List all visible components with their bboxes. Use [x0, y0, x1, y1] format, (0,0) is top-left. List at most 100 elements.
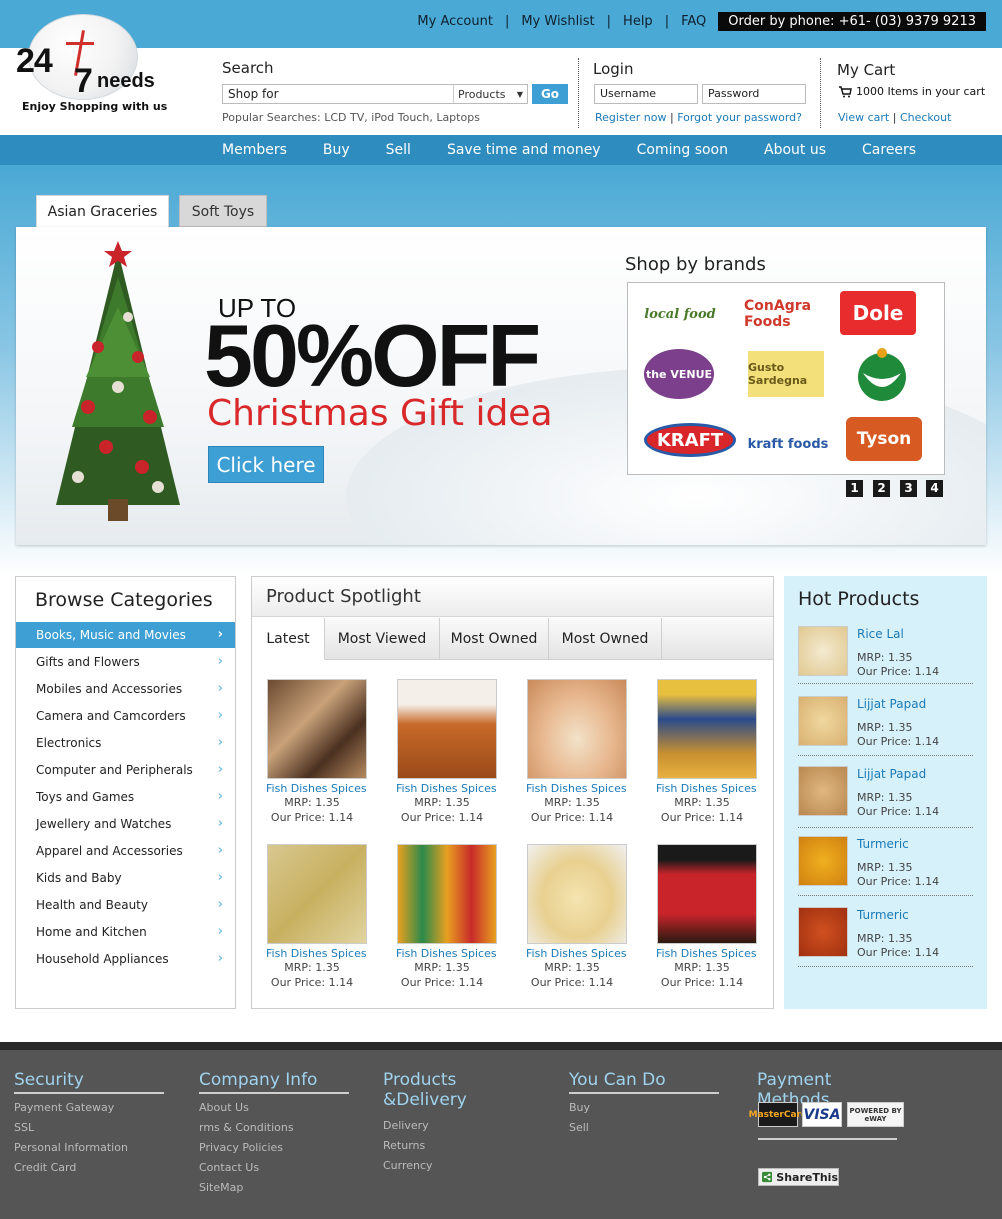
nav-save-time[interactable]: Save time and money: [447, 142, 601, 158]
product-card[interactable]: Fish Dishes Spices MRP: 1.35 Our Price: …: [382, 844, 502, 990]
click-here-button[interactable]: Click here: [208, 446, 324, 483]
cart-label: My Cart: [837, 61, 896, 79]
view-cart-link[interactable]: View cart: [838, 111, 889, 124]
product-card[interactable]: Fish Dishes Spices MRP: 1.35 Our Price: …: [642, 844, 762, 990]
order-phone: Order by phone: +61- (03) 9379 9213: [718, 12, 986, 31]
footer-link[interactable]: Buy: [569, 1101, 719, 1114]
search-category-select[interactable]: Products ▼: [453, 85, 527, 103]
faq-link[interactable]: FAQ: [669, 14, 706, 29]
product-card[interactable]: Fish Dishes Spices MRP: 1.35 Our Price: …: [512, 679, 632, 825]
help-link[interactable]: Help: [611, 14, 665, 29]
search-category-value: Products: [458, 87, 506, 101]
category-item[interactable]: Jewellery and Watches ›: [16, 811, 235, 837]
footer-link[interactable]: About Us: [199, 1101, 349, 1114]
sharethis-button[interactable]: ShareThis: [758, 1168, 839, 1186]
footer-link[interactable]: Delivery: [383, 1119, 543, 1132]
nav-members[interactable]: Members: [222, 142, 287, 158]
password-field[interactable]: Password: [702, 84, 806, 104]
category-item[interactable]: Mobiles and Accessories ›: [16, 676, 235, 702]
tab-most-owned-2[interactable]: Most Owned: [549, 618, 662, 660]
category-item[interactable]: Electronics ›: [16, 730, 235, 756]
category-item[interactable]: Gifts and Flowers ›: [16, 649, 235, 675]
category-item[interactable]: Books, Music and Movies ›: [16, 622, 235, 648]
register-link[interactable]: Register now: [595, 111, 666, 124]
footer-company: Company Info About Us rms & Conditions P…: [199, 1070, 349, 1194]
category-item[interactable]: Health and Beauty ›: [16, 892, 235, 918]
footer-link[interactable]: Credit Card: [14, 1161, 164, 1174]
footer-link[interactable]: SiteMap: [199, 1181, 349, 1194]
footer-link[interactable]: Currency: [383, 1159, 543, 1172]
nav-sell[interactable]: Sell: [386, 142, 411, 158]
chevron-right-icon: ›: [217, 924, 223, 939]
chevron-right-icon: ›: [217, 870, 223, 885]
footer-link[interactable]: Sell: [569, 1121, 719, 1134]
cart-icon: [839, 85, 852, 97]
product-card[interactable]: Fish Dishes Spices MRP: 1.35 Our Price: …: [642, 679, 762, 825]
my-wishlist-link[interactable]: My Wishlist: [509, 14, 606, 29]
brand-page-3[interactable]: 3: [900, 480, 917, 497]
hot-product-item[interactable]: Turmeric MRP: 1.35 Our Price: 1.14: [798, 836, 973, 896]
footer-link[interactable]: Returns: [383, 1139, 543, 1152]
top-links: My Account | My Wishlist | Help | FAQ Order…: [405, 12, 986, 31]
nav-careers[interactable]: Careers: [862, 142, 916, 158]
product-image: [527, 679, 627, 779]
hot-product-item[interactable]: Turmeric MRP: 1.35 Our Price: 1.14: [798, 907, 973, 967]
footer-link[interactable]: Personal Information: [14, 1141, 164, 1154]
tab-asian-graceries[interactable]: Asian Graceries: [36, 195, 169, 227]
tab-most-owned[interactable]: Most Owned: [440, 618, 549, 660]
nav-buy[interactable]: Buy: [323, 142, 350, 158]
nav-coming-soon[interactable]: Coming soon: [637, 142, 728, 158]
category-item[interactable]: Kids and Baby ›: [16, 865, 235, 891]
category-item[interactable]: Computer and Peripherals ›: [16, 757, 235, 783]
hot-product-item[interactable]: Rice Lal MRP: 1.35 Our Price: 1.14: [798, 626, 973, 684]
brand-page-2[interactable]: 2: [873, 480, 890, 497]
chevron-right-icon: ›: [217, 654, 223, 669]
footer-link[interactable]: Privacy Policies: [199, 1141, 349, 1154]
hot-product-item[interactable]: Lijjat Papad MRP: 1.35 Our Price: 1.14: [798, 766, 973, 828]
brand-page-4[interactable]: 4: [926, 480, 943, 497]
forgot-password-link[interactable]: Forgot your password?: [677, 111, 802, 124]
brand-kraft-foods[interactable]: kraft foods: [746, 419, 830, 469]
brand-local-food[interactable]: local food: [638, 289, 722, 339]
tab-latest[interactable]: Latest: [252, 618, 325, 660]
promo-discount: 50%OFF: [204, 306, 541, 405]
product-image: [397, 844, 497, 944]
brand-tyson[interactable]: Tyson: [846, 417, 922, 461]
chevron-right-icon: ›: [217, 843, 223, 858]
hot-product-item[interactable]: Lijjat Papad MRP: 1.35 Our Price: 1.14: [798, 696, 973, 756]
brand-green-logo[interactable]: [848, 345, 916, 403]
visa-icon: VISA: [802, 1102, 842, 1127]
product-card[interactable]: Fish Dishes Spices MRP: 1.35 Our Price: …: [512, 844, 632, 990]
brand-kraft[interactable]: KRAFT: [644, 423, 736, 457]
product-card[interactable]: Fish Dishes Spices MRP: 1.35 Our Price: …: [252, 679, 372, 825]
site-logo[interactable]: 24 7 needs Enjoy Shopping with us: [12, 12, 167, 122]
promo-banner: UP TO 50%OFF Christmas Gift idea Click h…: [16, 227, 986, 545]
brand-page-1[interactable]: 1: [846, 480, 863, 497]
login-label: Login: [593, 60, 634, 78]
brand-dole[interactable]: Dole: [840, 291, 916, 335]
product-card[interactable]: Fish Dishes Spices MRP: 1.35 Our Price: …: [382, 679, 502, 825]
product-card[interactable]: Fish Dishes Spices MRP: 1.35 Our Price: …: [252, 844, 372, 990]
footer-link[interactable]: rms & Conditions: [199, 1121, 349, 1134]
category-item[interactable]: Camera and Camcorders ›: [16, 703, 235, 729]
checkout-link[interactable]: Checkout: [900, 111, 951, 124]
category-item[interactable]: Household Appliances ›: [16, 946, 235, 972]
brand-the-venue[interactable]: the VENUE: [644, 349, 714, 399]
category-item[interactable]: Apparel and Accessories ›: [16, 838, 235, 864]
my-account-link[interactable]: My Account: [405, 14, 505, 29]
tab-soft-toys[interactable]: Soft Toys: [179, 195, 267, 227]
footer: Security Payment Gateway SSL Personal In…: [0, 1050, 1002, 1219]
category-item[interactable]: Toys and Games ›: [16, 784, 235, 810]
brand-gusto-sardegna[interactable]: Gusto Sardegna: [748, 351, 824, 397]
brand-conagra[interactable]: ConAgra Foods: [744, 289, 828, 339]
login-links: Register now | Forgot your password?: [595, 111, 802, 124]
search-go-button[interactable]: Go: [532, 84, 568, 104]
nav-about-us[interactable]: About us: [764, 142, 826, 158]
footer-link[interactable]: Contact Us: [199, 1161, 349, 1174]
tab-most-viewed[interactable]: Most Viewed: [325, 618, 440, 660]
search-input[interactable]: [223, 85, 453, 103]
footer-link[interactable]: Payment Gateway: [14, 1101, 164, 1114]
category-item[interactable]: Home and Kitchen ›: [16, 919, 235, 945]
username-field[interactable]: Username: [594, 84, 698, 104]
footer-link[interactable]: SSL: [14, 1121, 164, 1134]
